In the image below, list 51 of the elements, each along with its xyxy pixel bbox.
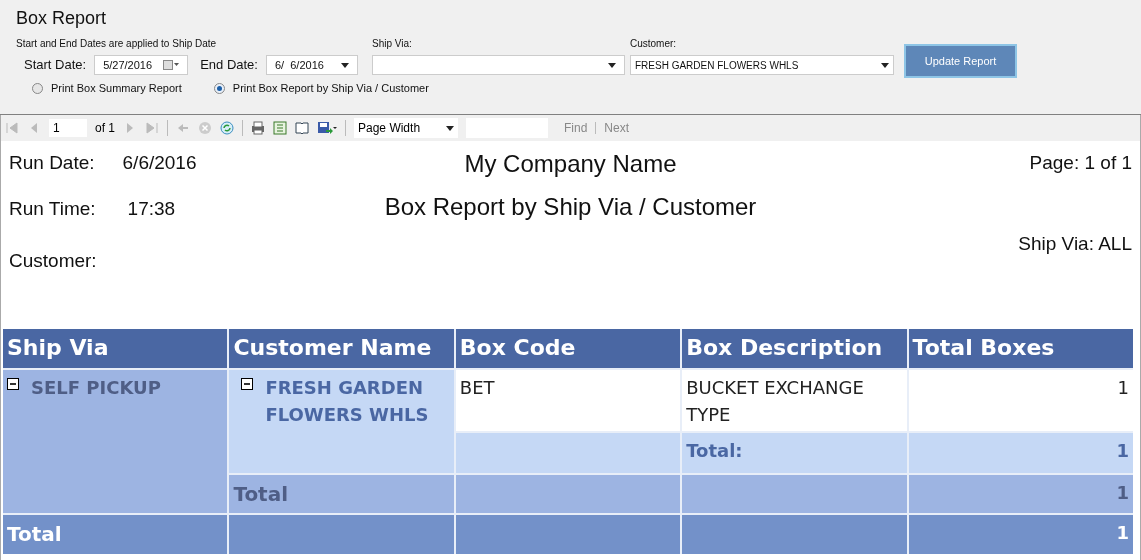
run-date: 6/6/2016 <box>122 151 197 175</box>
page-number-field[interactable]: 1 <box>49 119 87 137</box>
update-report-button[interactable]: Update Report <box>904 44 1017 78</box>
table-cell: 1 <box>908 370 1133 431</box>
ship-via-label: Ship Via: <box>372 37 413 51</box>
table-cell: BUCKET EXCHANGE TYPE <box>682 370 907 431</box>
column-header: Total Boxes <box>908 329 1133 368</box>
start-date-field[interactable]: 5/27/2016 <box>94 55 189 75</box>
column-header: Customer Name <box>229 329 454 368</box>
dropdown-caret-icon[interactable] <box>446 125 454 131</box>
customer-label: Customer: <box>630 37 678 51</box>
report-title: Box Report by Ship Via / Customer <box>384 192 757 222</box>
date-note: Start and End Dates are applied to Ship Date <box>16 37 218 51</box>
calendar-icon[interactable] <box>163 60 180 70</box>
table-cell: BET <box>455 370 681 431</box>
report-type-radio[interactable]: Print Box Report by Ship Via / Customer <box>213 80 429 97</box>
run-time-label: Run Time: <box>9 197 96 221</box>
page-setup-icon[interactable] <box>295 121 309 135</box>
form-title: Box Report <box>16 8 108 28</box>
page-count: of 1 <box>95 120 115 137</box>
zoom-dropdown[interactable]: Page Width <box>354 118 458 138</box>
print-icon[interactable] <box>251 121 265 135</box>
refresh-icon[interactable] <box>220 121 234 135</box>
grand-total-value: 1 <box>908 515 1133 554</box>
group-total-value: 1 <box>908 475 1133 513</box>
column-header: Ship Via <box>3 329 228 368</box>
collapse-icon[interactable] <box>7 378 19 390</box>
dropdown-caret-icon[interactable] <box>881 62 889 68</box>
column-header: Box Code <box>455 329 681 368</box>
grand-total-label: Total <box>3 515 228 554</box>
start-date-label: Start Date: <box>24 56 87 75</box>
column-header: Box Description <box>682 329 907 368</box>
subtotal-value: 1 <box>908 433 1133 473</box>
dropdown-caret-icon[interactable] <box>608 62 616 68</box>
company-name: My Company Name <box>464 149 677 179</box>
customer-dropdown[interactable]: FRESH GARDEN FLOWERS WHLS <box>630 55 894 75</box>
page-number: Page: 1 of 1 <box>1029 151 1132 175</box>
run-date-label: Run Date: <box>9 151 95 175</box>
end-date-field[interactable]: 6/ 6/2016 <box>265 55 358 75</box>
ship-via-name: SELF PICKUP <box>31 376 161 400</box>
subtotal-label: Total: <box>682 433 907 473</box>
run-time: 17:38 <box>127 197 176 221</box>
dropdown-caret-icon[interactable] <box>340 62 349 68</box>
ship-via-filter: Ship Via: ALL <box>1018 231 1132 256</box>
group-total-label: Total <box>229 475 454 513</box>
export-icon[interactable] <box>317 121 337 135</box>
end-date-label: End Date: <box>200 56 258 75</box>
report-type-radio[interactable]: Print Box Summary Report <box>32 80 182 97</box>
customer-name: FRESH GARDEN FLOWERS WHLS <box>265 376 430 427</box>
collapse-icon[interactable] <box>241 378 254 390</box>
customer-label: Customer: <box>9 249 98 273</box>
